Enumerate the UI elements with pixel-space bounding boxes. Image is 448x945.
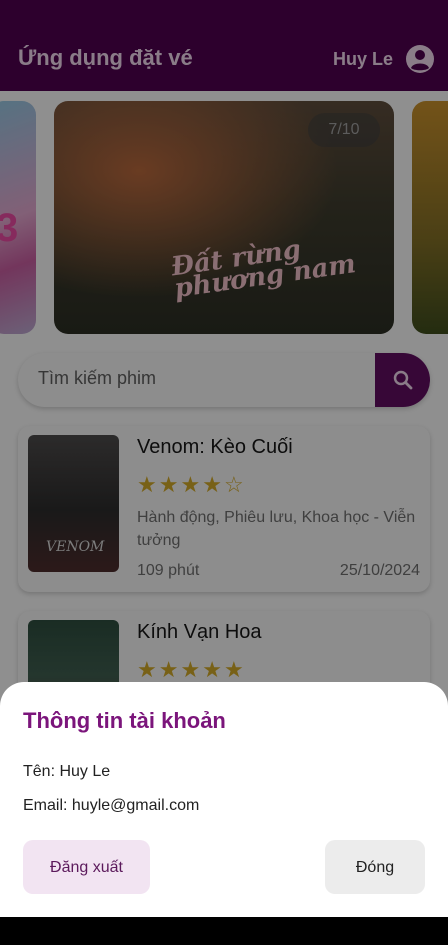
sheet-title: Thông tin tài khoản: [23, 708, 226, 733]
account-name: Tên: Huy Le: [23, 763, 111, 780]
logout-button[interactable]: Đăng xuất: [23, 840, 150, 894]
close-button[interactable]: Đóng: [325, 840, 425, 894]
account-email: Email: huyle@gmail.com: [23, 797, 200, 814]
account-bottom-sheet: Thông tin tài khoản Tên: Huy Le Email: h…: [0, 682, 448, 917]
system-nav-bar: [0, 917, 448, 945]
